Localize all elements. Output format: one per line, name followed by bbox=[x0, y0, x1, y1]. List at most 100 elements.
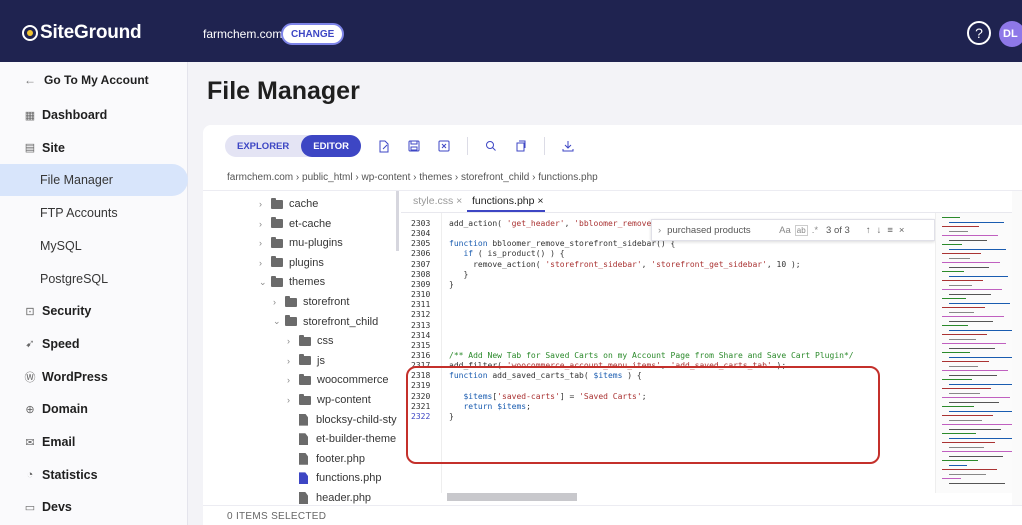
close-file-icon[interactable] bbox=[437, 139, 451, 153]
tab-functions-php[interactable]: functions.php × bbox=[472, 195, 544, 207]
save-icon[interactable] bbox=[407, 139, 421, 153]
download-icon[interactable] bbox=[561, 139, 575, 153]
chevron-right-icon[interactable]: › bbox=[259, 258, 269, 268]
folder-item[interactable]: › et-cache bbox=[259, 215, 331, 233]
code-line[interactable]: return $items; bbox=[449, 402, 530, 411]
code-line[interactable]: add_filter( 'woocommerce_account_menu_it… bbox=[449, 361, 786, 370]
regex-toggle[interactable]: .* bbox=[812, 225, 818, 236]
line-number: 2308 bbox=[411, 269, 431, 279]
folder-item[interactable]: › css bbox=[287, 332, 334, 350]
code-line[interactable]: } bbox=[449, 270, 468, 279]
code-line[interactable]: function add_saved_carts_tab( $items ) { bbox=[449, 371, 642, 380]
folder-item[interactable]: ⌄ themes bbox=[259, 273, 325, 291]
folder-item[interactable]: › plugins bbox=[259, 254, 324, 272]
tree-scrollbar[interactable] bbox=[396, 191, 399, 251]
code-line[interactable]: /** Add New Tab for Saved Carts on my Ac… bbox=[449, 351, 854, 360]
sidebar-item-label: MySQL bbox=[40, 238, 82, 253]
file-item[interactable]: et-builder-theme bbox=[287, 430, 396, 448]
folder-item[interactable]: › wp-content bbox=[287, 391, 371, 409]
sidebar-item-statistics[interactable]: ◔ Statistics bbox=[0, 459, 188, 491]
minimap-line bbox=[949, 221, 1004, 223]
search-icon[interactable] bbox=[484, 139, 498, 153]
arrow-up-icon[interactable]: ↑ bbox=[866, 225, 871, 236]
help-icon[interactable]: ? bbox=[967, 21, 991, 45]
match-count: 3 of 3 bbox=[826, 224, 850, 236]
breadcrumb[interactable]: farmchem.com › public_html › wp-content … bbox=[227, 172, 598, 183]
sidebar-item-domain[interactable]: ⊕ Domain bbox=[0, 393, 188, 425]
chevron-right-icon[interactable]: › bbox=[287, 375, 297, 385]
folder-item[interactable]: › storefront bbox=[273, 293, 349, 311]
sidebar-item-devs[interactable]: ▭ Devs bbox=[0, 491, 188, 523]
explorer-tab[interactable]: EXPLORER bbox=[225, 135, 301, 157]
change-site-button[interactable]: CHANGE bbox=[281, 23, 345, 45]
chevron-right-icon[interactable]: › bbox=[287, 395, 297, 405]
minimap-line bbox=[942, 343, 1006, 344]
code-line[interactable]: $items['saved-carts'] = 'Saved Carts'; bbox=[449, 392, 646, 401]
sidebar-item-dashboard[interactable]: ▦ Dashboard bbox=[0, 99, 188, 131]
chevron-right-icon[interactable]: › bbox=[259, 199, 269, 209]
file-item[interactable]: blocksy-child-sty bbox=[287, 411, 397, 429]
line-number: 2315 bbox=[411, 340, 431, 350]
replace-icon[interactable] bbox=[514, 139, 528, 153]
go-to-account-link[interactable]: ← Go To My Account bbox=[0, 64, 188, 96]
find-input[interactable]: purchased products bbox=[667, 225, 767, 236]
avatar[interactable]: DL bbox=[999, 21, 1022, 47]
chevron-down-icon[interactable]: ⌄ bbox=[259, 277, 269, 288]
folder-item[interactable]: › js bbox=[287, 352, 325, 370]
chevron-right-icon[interactable]: › bbox=[259, 219, 269, 229]
file-item[interactable]: footer.php bbox=[287, 450, 365, 468]
code-line[interactable]: if ( is_product() ) { bbox=[449, 249, 564, 258]
tree-item-label: plugins bbox=[289, 256, 324, 269]
minimap-line bbox=[942, 298, 966, 299]
code-line[interactable]: function bbloomer_remove_storefront_side… bbox=[449, 239, 675, 248]
folder-item[interactable]: › cache bbox=[259, 195, 318, 213]
dashboard-icon: ▦ bbox=[24, 109, 36, 122]
minimap-line bbox=[942, 253, 981, 254]
chevron-right-icon[interactable]: › bbox=[287, 336, 297, 346]
rocket-icon: ➹ bbox=[25, 338, 35, 351]
edit-file-icon[interactable] bbox=[377, 139, 391, 153]
folder-item[interactable]: ⌄ storefront_child bbox=[273, 313, 378, 331]
folder-item[interactable]: › woocommerce bbox=[287, 371, 389, 389]
close-icon[interactable]: × bbox=[899, 225, 905, 236]
tab-style-css[interactable]: style.css × bbox=[413, 195, 462, 207]
code-editor[interactable]: style.css × functions.php × 2303 add_acti… bbox=[401, 191, 1022, 505]
file-item[interactable]: functions.php bbox=[287, 469, 381, 487]
folder-icon bbox=[271, 197, 283, 209]
sidebar-item-security[interactable]: ⊡ Security bbox=[0, 295, 188, 327]
sidebar-item-ftp-accounts[interactable]: FTP Accounts bbox=[0, 197, 188, 229]
file-icon bbox=[299, 452, 308, 465]
sidebar-item-site[interactable]: ▤ Site bbox=[0, 132, 188, 164]
file-item[interactable]: header.php bbox=[287, 489, 371, 505]
match-case-toggle[interactable]: Aa bbox=[779, 225, 791, 236]
sidebar-item-wordpress[interactable]: Ⓦ WordPress bbox=[0, 361, 188, 393]
siteground-logo[interactable]: SiteGround bbox=[22, 22, 142, 44]
chevron-right-icon[interactable]: › bbox=[259, 238, 269, 248]
vertical-scrollbar[interactable] bbox=[1012, 191, 1022, 505]
chevron-right-icon[interactable]: › bbox=[273, 297, 283, 307]
editor-tab[interactable]: EDITOR bbox=[301, 135, 361, 157]
minimap[interactable] bbox=[935, 213, 1022, 493]
selection-icon[interactable]: ≡ bbox=[887, 225, 893, 236]
sidebar-item-postgresql[interactable]: PostgreSQL bbox=[0, 263, 188, 295]
code-line[interactable]: remove_action( 'storefront_sidebar', 'st… bbox=[449, 260, 801, 269]
chevron-right-icon[interactable]: › bbox=[287, 356, 297, 366]
minimap-line bbox=[942, 388, 991, 389]
whole-word-toggle[interactable]: ab bbox=[794, 224, 808, 236]
arrow-down-icon[interactable]: ↓ bbox=[877, 225, 882, 236]
chevron-right-icon[interactable]: › bbox=[658, 225, 661, 236]
minimap-line bbox=[949, 401, 999, 403]
minimap-line bbox=[942, 379, 972, 380]
code-line[interactable]: } bbox=[449, 280, 454, 289]
folder-icon bbox=[285, 295, 297, 307]
sidebar-item-speed[interactable]: ➹ Speed bbox=[0, 328, 188, 360]
chevron-down-icon[interactable]: ⌄ bbox=[273, 316, 283, 327]
sidebar-item-email[interactable]: ✉ Email bbox=[0, 426, 188, 458]
minimap-line bbox=[949, 230, 968, 232]
sidebar-item-mysql[interactable]: MySQL bbox=[0, 230, 188, 262]
code-line[interactable]: } bbox=[449, 412, 454, 421]
sidebar-item-file-manager[interactable]: File Manager bbox=[0, 164, 188, 197]
code-line[interactable]: add_action( 'get_header', 'bbloomer_remo… bbox=[449, 219, 666, 228]
horizontal-scrollbar[interactable] bbox=[447, 493, 577, 501]
folder-item[interactable]: › mu-plugins bbox=[259, 234, 343, 252]
